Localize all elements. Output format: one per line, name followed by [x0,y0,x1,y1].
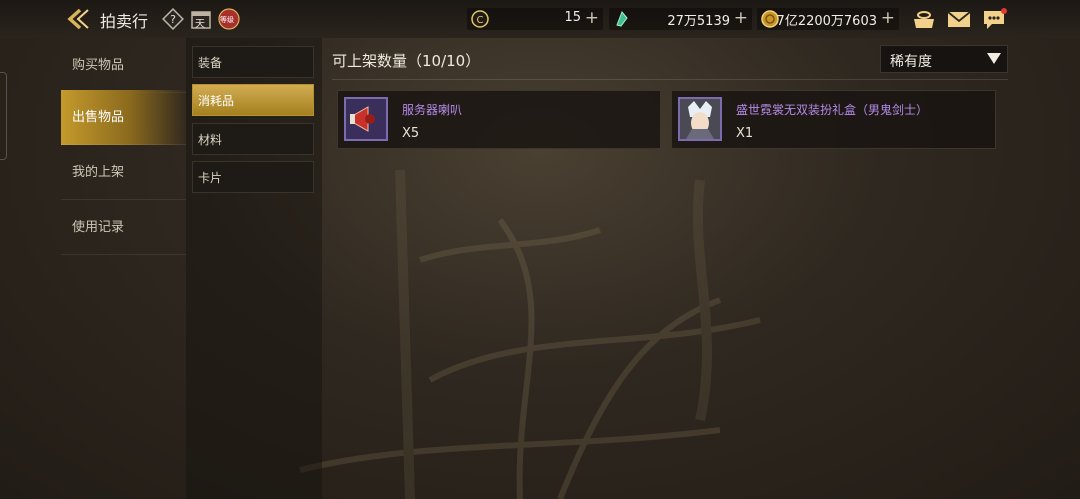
calendar-char: 天 [195,19,205,30]
level-badge-text: 等级 [220,16,234,24]
green-crystal-icon [616,11,628,27]
character-portrait-icon [678,97,722,141]
back-arrow-icon[interactable] [66,7,92,31]
nav-item-sell[interactable]: 出售物品 [61,90,186,145]
item-name: 盛世霓裳无双装扮礼盒（男鬼剑士） [736,103,929,117]
add-currency-button[interactable]: + [881,8,895,28]
category-materials[interactable]: 材料 [192,123,314,155]
category-cards[interactable]: 卡片 [192,161,314,193]
nav-item-label: 购买物品 [72,58,125,73]
nav-item-label: 出售物品 [72,110,125,125]
category-label: 消耗品 [198,94,235,108]
help-icon[interactable]: ? [162,8,184,30]
calendar-icon[interactable]: 天 [190,8,212,30]
item-card[interactable]: 盛世霓裳无双装扮礼盒（男鬼剑士） X1 [671,90,996,149]
mail-icon[interactable] [946,7,972,31]
item-name: 服务器喇叭 [402,103,463,117]
category-label: 装备 [198,56,223,70]
svg-text:C: C [477,15,484,26]
sort-label: 稀有度 [890,54,932,70]
chevron-down-icon [987,53,1001,64]
currency-value: 7亿2200万7603 [776,14,877,29]
item-quantity: X1 [736,126,754,141]
megaphone-icon [344,97,388,141]
chat-icon[interactable] [982,7,1008,31]
add-currency-button[interactable]: + [585,8,599,28]
add-currency-button[interactable]: + [734,8,748,28]
category-label: 卡片 [198,171,223,185]
category-equipment[interactable]: 装备 [192,46,314,78]
listable-count: 可上架数量（10/10） [332,52,481,70]
side-drawer-handle[interactable] [0,72,7,160]
left-nav: 购买物品 出售物品 我的上架 使用记录 [61,38,186,499]
divider [332,79,1008,80]
sort-dropdown[interactable]: 稀有度 [880,45,1008,73]
currency-value: 27万5139 [667,14,730,29]
svg-text:?: ? [170,13,176,26]
top-bar: 拍卖行 ? 天 等级 C 15 + 27万5139 + 7亿2200万7603 … [0,0,1080,38]
currency-crystal: 27万5139 + [609,8,752,30]
category-consumables[interactable]: 消耗品 [192,84,314,116]
shop-bag-icon[interactable] [911,7,937,31]
c-coin-icon: C [471,10,489,28]
currency-gold: 7亿2200万7603 + [757,8,899,30]
category-column: 装备 消耗品 材料 卡片 [186,38,322,499]
page-title: 拍卖行 [100,12,149,31]
currency-value: 15 [564,10,581,25]
nav-item-usage-log[interactable]: 使用记录 [61,200,186,255]
currency-c-coin: C 15 + [467,8,603,30]
nav-item-label: 我的上架 [72,165,125,180]
nav-item-buy[interactable]: 购买物品 [61,38,186,93]
item-quantity: X5 [402,126,420,141]
category-label: 材料 [198,133,223,147]
item-card[interactable]: 服务器喇叭 X5 [337,90,661,149]
nav-item-label: 使用记录 [72,220,125,235]
level-badge-icon[interactable]: 等级 [218,8,240,30]
nav-item-my-listings[interactable]: 我的上架 [61,145,186,200]
